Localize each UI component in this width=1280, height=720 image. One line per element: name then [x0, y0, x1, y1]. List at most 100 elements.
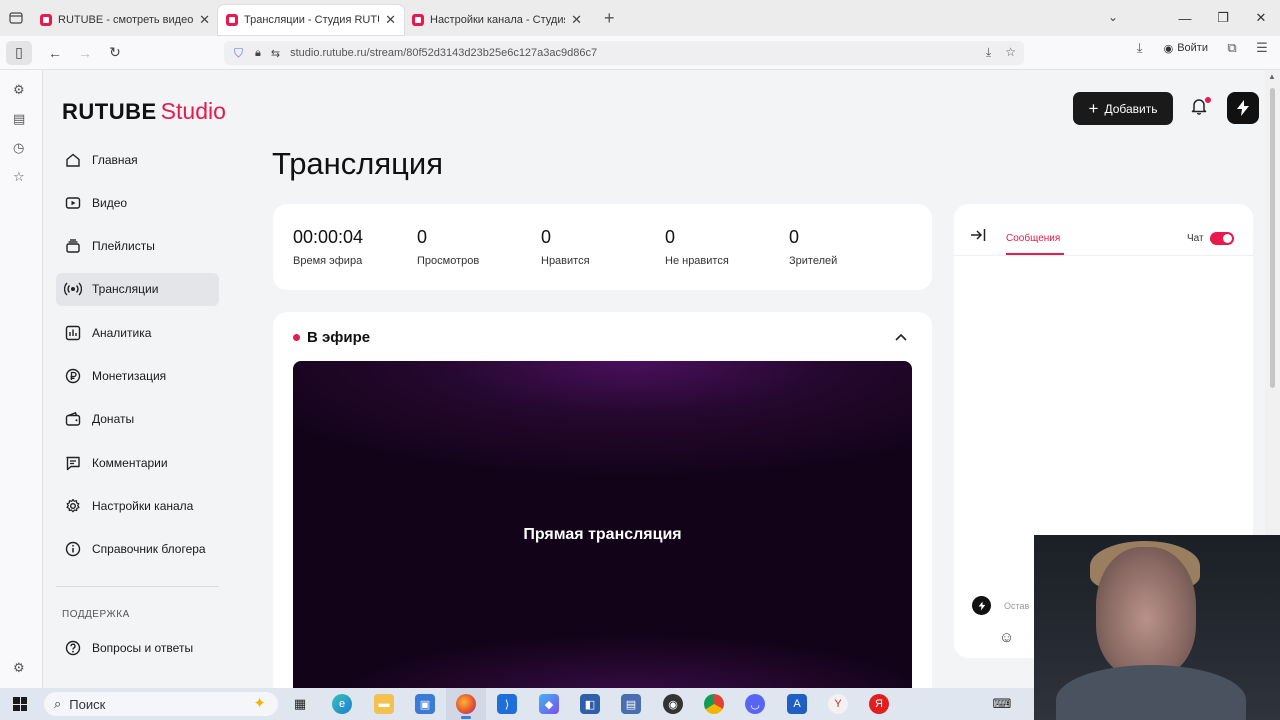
account-icon: ◉ [1163, 42, 1174, 55]
sidebar-item-label: Справочник блогера [92, 542, 206, 557]
sidebar-item-label: Аналитика [92, 325, 152, 340]
stat-value: 0 [541, 227, 552, 247]
address-bar[interactable]: ⛉ 🔒︎ ⇆ studio.rutube.ru/stream/80f52d314… [224, 41, 1024, 65]
sidebar-item-label: Главная [92, 152, 138, 167]
tab-overview-icon[interactable] [0, 0, 32, 36]
file-explorer-icon[interactable]: ▬ [374, 694, 394, 714]
webcam-person-face [1096, 547, 1196, 677]
network-app-icon[interactable]: ◧ [580, 694, 600, 714]
chrome-icon[interactable] [704, 694, 724, 714]
browser-tab-streams[interactable]: Трансляции - Студия RUTUBE ✕ [218, 5, 404, 35]
tab-title: RUTUBE - смотреть видео онл [58, 14, 194, 26]
sidebar-item-label: Трансляции [92, 282, 159, 297]
sidebar-item-donations[interactable]: Донаты [56, 403, 219, 436]
close-tab-icon[interactable]: ✕ [571, 12, 582, 28]
rutube-studio-logo[interactable]: RUTUBE Studio [62, 98, 226, 125]
browser-tab-channel-settings[interactable]: Настройки канала - Студия RU ✕ [404, 5, 590, 35]
cube-app-icon[interactable]: ◆ [539, 694, 559, 714]
lock-icon[interactable]: 🔒︎ [255, 47, 261, 60]
chevron-up-icon[interactable] [894, 330, 908, 345]
chat-toggle-label: Чат [1187, 233, 1204, 244]
sidebar-item-blogger-guide[interactable]: Справочник блогера [56, 533, 219, 566]
sidebar-item-channel-settings[interactable]: Настройки канала [56, 489, 219, 522]
ide-app-icon[interactable]: ⟩ [497, 694, 517, 714]
bookmark-star-icon[interactable]: ☆ [1005, 45, 1016, 60]
sidebar-item-home[interactable]: Главная [56, 143, 219, 176]
sidebar-item-monetization[interactable]: Монетизация [56, 359, 219, 392]
back-icon[interactable]: ← [40, 38, 70, 68]
notification-dot [1205, 97, 1211, 103]
remote-desktop-icon[interactable]: ▤ [621, 694, 641, 714]
add-button-label: Добавить [1104, 101, 1158, 116]
close-tab-icon[interactable]: ✕ [385, 12, 396, 28]
obs-studio-icon[interactable]: ◉ [663, 694, 683, 714]
chat-toggle[interactable] [1210, 232, 1234, 245]
scroll-up-icon[interactable]: ▲ [1268, 72, 1276, 81]
menu-icon[interactable]: ☰ [1250, 40, 1274, 56]
forward-icon[interactable]: → [70, 38, 100, 68]
downloads-icon[interactable]: ⤓ [1128, 40, 1152, 56]
stat-value: 0 [665, 227, 676, 247]
url-text[interactable]: studio.rutube.ru/stream/80f52d3143d23b25… [290, 47, 597, 59]
sidebar-item-broadcasts[interactable]: Трансляции [56, 272, 219, 306]
home-icon [64, 151, 82, 169]
video-icon [64, 194, 82, 212]
stream-stats-card: 00:00:04 Время эфира 0 Просмотров 0 Нрав… [273, 204, 932, 290]
emoji-icon[interactable]: ☺ [999, 629, 1014, 646]
sidebar-item-analytics[interactable]: Аналитика [56, 316, 219, 349]
reload-icon[interactable]: ↻ [100, 38, 130, 68]
sidebar-item-comments[interactable]: Комментарии [56, 446, 219, 479]
window-controls: — ❐ ✕ [1166, 0, 1280, 36]
permissions-icon[interactable]: ⇆ [271, 47, 280, 60]
yandex-browser-icon[interactable]: Y [828, 694, 848, 714]
customize-sidebar-icon[interactable]: ⚙︎ [13, 660, 25, 676]
add-button[interactable]: + Добавить [1073, 92, 1173, 125]
browser-tab-rutube[interactable]: RUTUBE - смотреть видео онл ✕ [32, 5, 218, 35]
new-tab-icon[interactable]: + [604, 8, 615, 29]
stat-value: 0 [789, 227, 800, 247]
yandex-icon[interactable]: Я [869, 694, 889, 714]
sidebar-item-faq[interactable]: Вопросы и ответы [56, 631, 219, 664]
store-icon[interactable]: ▣ [415, 694, 435, 714]
maximize-icon[interactable]: ❐ [1204, 10, 1242, 26]
login-button[interactable]: ◉ Войти [1158, 42, 1214, 55]
bookmarks-star-icon[interactable]: ☆ [13, 169, 25, 185]
discord-icon[interactable]: ◡ [745, 694, 765, 714]
notifications-bell-icon[interactable] [1190, 97, 1211, 120]
app-launcher-icon[interactable]: A [787, 694, 807, 714]
synced-tabs-icon[interactable]: ▤ [13, 111, 25, 127]
scrollbar-thumb[interactable] [1270, 88, 1275, 388]
video-player[interactable]: Прямая трансляция [293, 361, 912, 688]
taskbar-search[interactable]: ⌕ Поиск ✦ [44, 692, 278, 716]
close-window-icon[interactable]: ✕ [1242, 10, 1280, 26]
keyboard-icon[interactable]: ⌨ [992, 694, 1012, 714]
tab-messages[interactable]: Сообщения [1006, 233, 1060, 244]
history-icon[interactable]: ◷ [13, 140, 24, 156]
task-view-icon[interactable]: ▦ [290, 694, 310, 714]
playlist-icon [64, 237, 82, 255]
chevron-down-icon[interactable]: ⌄ [1108, 10, 1118, 24]
chat-message-input[interactable]: Остав [1004, 601, 1029, 611]
minimize-icon[interactable]: — [1166, 11, 1204, 26]
stat-viewers: 0 Зрителей [789, 227, 837, 267]
ai-chatbot-icon[interactable]: ⚙︎ [13, 82, 25, 98]
stat-label: Зрителей [789, 255, 838, 267]
stat-value: 00:00:04 [293, 227, 364, 247]
close-tab-icon[interactable]: ✕ [199, 12, 210, 28]
extensions-icon[interactable]: ⧉ [1220, 40, 1244, 56]
collapse-panel-icon[interactable] [970, 228, 986, 245]
page-title: Трансляция [272, 146, 444, 181]
shield-icon[interactable]: ⛉ [234, 46, 243, 61]
sidebar-item-video[interactable]: Видео [56, 186, 219, 219]
sidebar-toggle-icon[interactable]: ▯ [6, 40, 32, 65]
windows-start-icon[interactable] [0, 688, 40, 720]
player-title: Прямая трансляция [523, 526, 682, 543]
logo-main: RUTUBE [62, 99, 157, 124]
channel-avatar[interactable] [1227, 92, 1259, 124]
firefox-icon[interactable] [456, 694, 476, 719]
bolt-icon [978, 601, 985, 610]
sidebar-item-playlists[interactable]: Плейлисты [56, 230, 219, 263]
search-icon: ⌕ [54, 696, 62, 711]
edge-browser-icon[interactable]: e [332, 694, 352, 714]
save-page-icon[interactable]: ⤓ [986, 45, 991, 60]
